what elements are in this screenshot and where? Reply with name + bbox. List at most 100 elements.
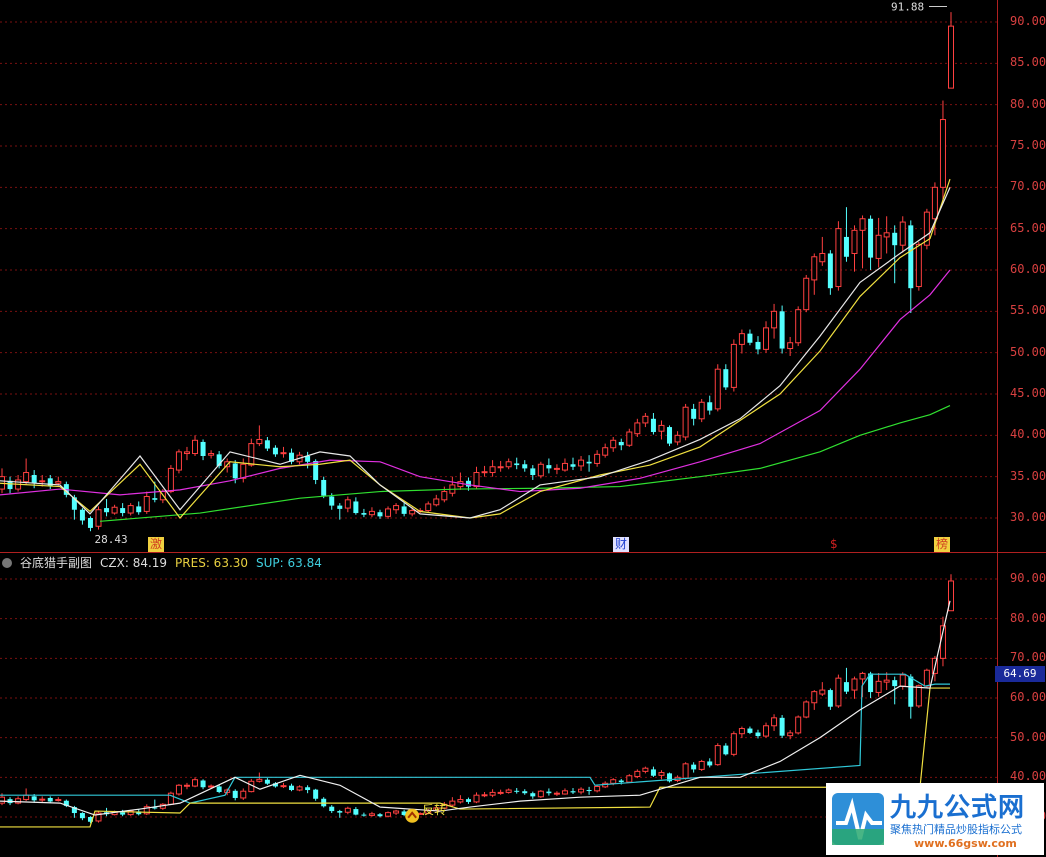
candle-body (457, 799, 464, 803)
candle-body (723, 369, 729, 388)
candle-body (481, 471, 488, 474)
candle-body (489, 466, 496, 474)
candle-body (329, 496, 335, 506)
candle-body (763, 327, 770, 350)
candle-body (883, 232, 890, 238)
candle-body (79, 813, 85, 819)
candle-body (175, 784, 182, 795)
price-tick-label: 55.00 (1010, 303, 1046, 318)
candle-body (489, 791, 496, 796)
candle-body (505, 461, 512, 468)
site-logo[interactable]: 九九公式网 聚焦热门精品炒股指标公式 www.66gsw.com (826, 783, 1044, 855)
candle-body (795, 309, 802, 344)
price-tick-label: 85.00 (1010, 55, 1046, 70)
candle-body (0, 796, 5, 804)
value-tick-label: 90.00 (1010, 571, 1046, 585)
value-tick-label: 60.00 (1010, 690, 1046, 704)
candle-body (851, 229, 858, 254)
main-chart-panel[interactable]: 91.88 28.43 激 财 $ 榜 (0, 0, 997, 552)
ma-yellow-line (0, 178, 951, 519)
candle-body (650, 418, 656, 433)
candle-body (915, 243, 922, 288)
candle-body (570, 791, 576, 793)
candle-body (55, 481, 62, 484)
candle-body (497, 791, 504, 794)
candle-body (537, 790, 544, 798)
candle-body (23, 794, 30, 801)
candle-body (39, 480, 46, 483)
candle-body (747, 728, 753, 733)
candle-body (111, 506, 118, 514)
price-tick-label: 80.00 (1010, 96, 1046, 111)
event-tag[interactable]: 激 (148, 537, 165, 552)
candle-body (674, 434, 681, 443)
candle-body (803, 277, 810, 311)
value-tick-label: 80.00 (1010, 610, 1046, 625)
candle-body (707, 402, 713, 411)
candle-body (530, 468, 536, 476)
candle-body (175, 451, 182, 471)
candle-body (305, 787, 311, 791)
candle-body (530, 793, 536, 797)
candle-body (425, 503, 432, 512)
candle-body (465, 799, 471, 802)
candle-body (232, 463, 238, 479)
sup-line (0, 673, 950, 804)
value-tick-label: 40.00 (1010, 769, 1046, 784)
candle-body (272, 447, 278, 455)
candle-body (280, 452, 287, 455)
price-tick-label: 90.00 (1010, 14, 1046, 28)
candle-body (39, 798, 46, 801)
candle-body (23, 472, 30, 483)
candle-body (899, 674, 906, 687)
reversal-label: 反转 (422, 802, 446, 817)
candle-body (505, 789, 512, 793)
candle-body (55, 799, 62, 802)
candle-body (755, 341, 761, 350)
candle-body (658, 772, 665, 776)
candle-body (87, 518, 93, 528)
candle-body (859, 672, 866, 680)
candle-body (200, 780, 206, 788)
candle-body (514, 790, 520, 792)
candle-body (15, 798, 22, 804)
candle-body (827, 690, 833, 707)
candle-body (948, 25, 954, 89)
logo-url: www.66gsw.com (914, 837, 1017, 850)
event-tag[interactable]: $ (828, 537, 840, 552)
candle-body (843, 236, 849, 257)
candle-body (120, 812, 126, 815)
candle-body (618, 780, 624, 783)
candle-body (481, 794, 488, 797)
event-tag[interactable]: 财 (613, 537, 630, 552)
candle-body (79, 509, 85, 521)
candle-body (626, 775, 633, 783)
candle-body (738, 728, 745, 735)
logo-brand: 九九公式网 (890, 793, 1026, 823)
candle-body (811, 256, 818, 281)
candle-body (714, 745, 721, 766)
candle-body (522, 464, 528, 469)
candle-body (361, 814, 367, 816)
candle-body (892, 680, 898, 687)
candle-body (939, 119, 946, 188)
candle-body (561, 462, 568, 471)
candle-body (361, 513, 367, 515)
candle-body (819, 252, 826, 263)
event-tag[interactable]: 榜 (934, 537, 951, 552)
candle-body (127, 505, 134, 514)
candle-body (377, 814, 383, 817)
candle-body (208, 453, 215, 456)
candle-body (570, 464, 576, 467)
price-tick-label: 70.00 (1010, 179, 1046, 194)
candle-body (771, 717, 778, 727)
candle-body (747, 333, 753, 343)
candle-body (787, 342, 794, 350)
candle-body (353, 809, 359, 815)
candle-body (730, 733, 737, 755)
candle-body (280, 785, 287, 788)
candle-body (183, 784, 190, 787)
candle-body (216, 786, 222, 793)
candle-body (723, 745, 729, 755)
candle-body (594, 453, 601, 464)
